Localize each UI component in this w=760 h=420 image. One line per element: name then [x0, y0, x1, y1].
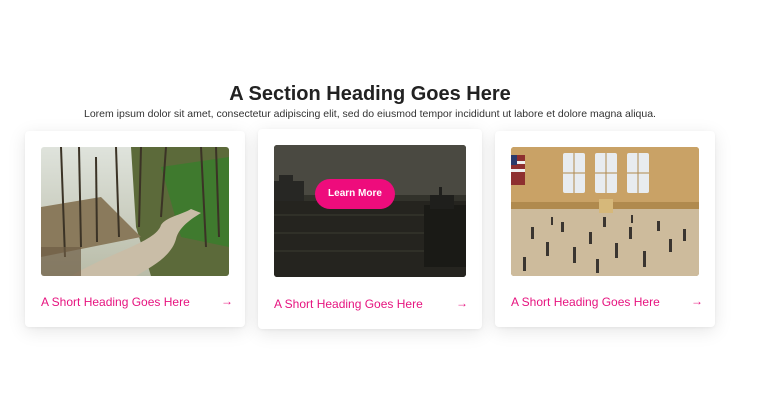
arrow-right-icon[interactable]: → — [456, 296, 468, 310]
harbor-image — [274, 145, 466, 277]
card-heading-link[interactable]: A Short Heading Goes Here — [511, 295, 660, 309]
section-heading: A Section Heading Goes Here — [229, 83, 511, 105]
arrow-right-icon[interactable]: → — [691, 294, 703, 308]
train-station-image — [511, 147, 699, 276]
card-harbor[interactable]: Learn More A Short Heading Goes Here → — [258, 129, 482, 329]
card-heading-link[interactable]: A Short Heading Goes Here — [41, 295, 190, 309]
arrow-right-icon[interactable]: → — [221, 294, 233, 308]
card-station[interactable]: A Short Heading Goes Here → — [495, 131, 715, 327]
card-heading-link[interactable]: A Short Heading Goes Here — [274, 297, 423, 311]
section-subheading: Lorem ipsum dolor sit amet, consectetur … — [84, 108, 656, 120]
card-forest[interactable]: A Short Heading Goes Here → — [25, 131, 245, 327]
learn-more-button[interactable]: Learn More — [315, 179, 395, 209]
forest-road-image — [41, 147, 229, 276]
